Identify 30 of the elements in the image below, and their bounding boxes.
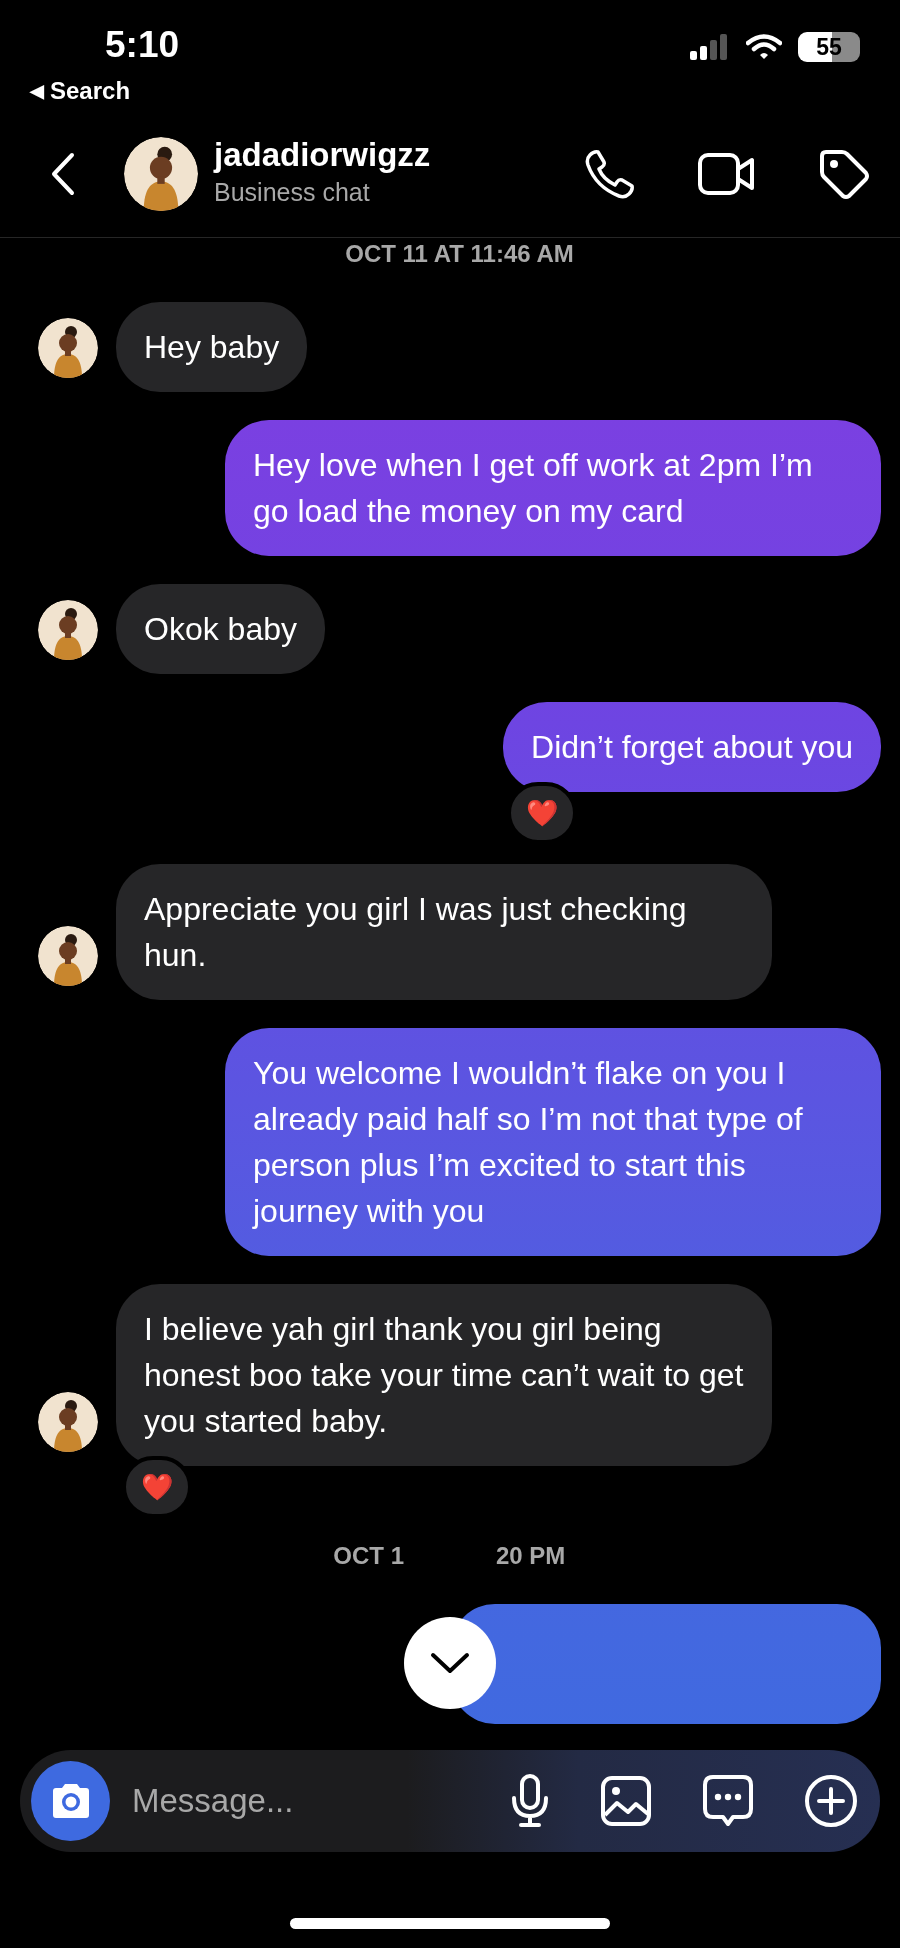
- username[interactable]: jadadiorwigzz: [214, 135, 584, 174]
- timestamp: OCT 11 AT 11:46 AM: [344, 239, 575, 269]
- message-bubble: Hey love when I get off work at 2pm I’m go load the money on my card: [225, 420, 881, 556]
- phone-icon[interactable]: [584, 147, 636, 200]
- battery-icon: 55: [798, 32, 860, 62]
- timestamp: OCT 1: [333, 1541, 404, 1571]
- avatar: [38, 318, 98, 378]
- wifi-icon: [746, 34, 782, 60]
- tag-icon[interactable]: [818, 147, 870, 200]
- message-bubble: Okok baby: [116, 584, 325, 674]
- chevron-down-icon: [430, 1651, 470, 1675]
- add-icon[interactable]: [804, 1774, 858, 1828]
- timestamp: 20 PM: [496, 1541, 566, 1571]
- microphone-icon[interactable]: [510, 1774, 550, 1828]
- signal-icon: [690, 34, 730, 60]
- avatar: [38, 1392, 98, 1452]
- clock: 5:10: [104, 23, 180, 63]
- avatar: [38, 600, 98, 660]
- image-icon[interactable]: [600, 1775, 652, 1827]
- subtitle: Business chat: [214, 176, 371, 208]
- back-to-search-link[interactable]: ◀ Search: [30, 73, 131, 109]
- message-bubble: Hey baby: [116, 302, 308, 392]
- message-bubble: You welcome I wouldn’t flake on you I already paid half so I’m not that type of person plus I’m excited to start this journey with you: [225, 1028, 881, 1256]
- back-icon[interactable]: [50, 151, 76, 196]
- avatar: [38, 926, 98, 986]
- message-bubble: Appreciate you girl I was just checking hun.: [116, 864, 772, 1000]
- chat-options-icon[interactable]: [702, 1774, 754, 1828]
- camera-button[interactable]: [31, 1761, 110, 1841]
- message-input[interactable]: Message...: [130, 1775, 510, 1827]
- video-camera-icon[interactable]: [698, 150, 756, 197]
